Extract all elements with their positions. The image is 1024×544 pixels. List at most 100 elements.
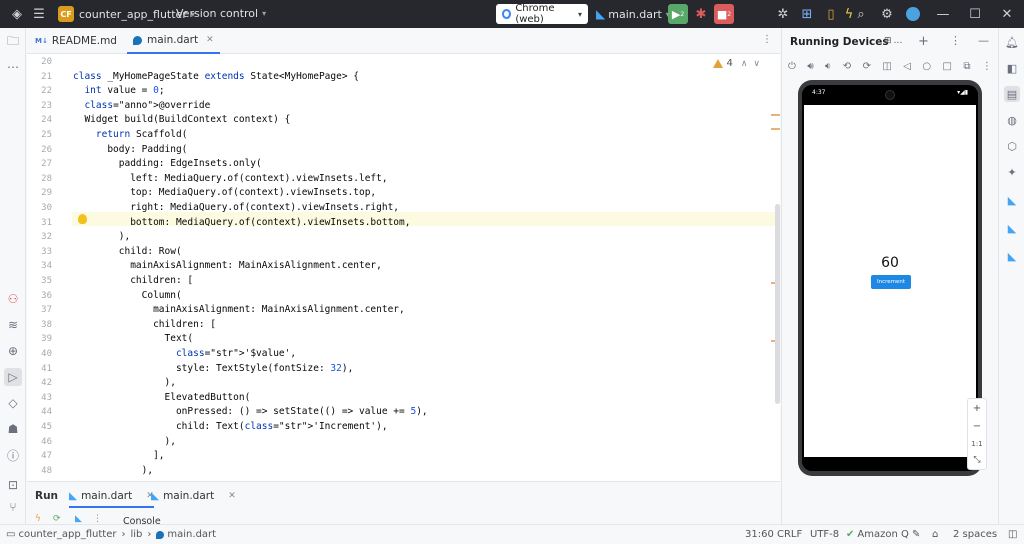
amazon-q-icon[interactable]: ⬡ xyxy=(1004,138,1020,154)
line-number: 38 xyxy=(41,319,52,330)
bug-icon[interactable]: ✲ xyxy=(772,3,794,25)
breadcrumb-file[interactable]: main.dart xyxy=(167,529,216,540)
code-line: style: TextStyle(fontSize: 32), xyxy=(73,362,354,374)
vcs-selector[interactable]: Version control ▾ xyxy=(176,7,266,20)
screenshot-icon[interactable]: ⧉ xyxy=(963,61,970,72)
tab-run-main-dart-1[interactable]: ◣ main.dart ✕ xyxy=(69,490,154,508)
breadcrumb: ▭ counter_app_flutter › lib › main.dart xyxy=(6,529,216,540)
amazon-q-status[interactable]: ✔ Amazon Q xyxy=(846,529,909,540)
gemini-icon[interactable]: ✦ xyxy=(1004,164,1020,180)
minimize-panel-icon[interactable]: — xyxy=(978,34,989,47)
gradle-icon[interactable]: ◧ xyxy=(1004,60,1020,76)
chevron-down-icon: ▾ xyxy=(577,9,582,19)
chevron-up-icon[interactable]: ∧ xyxy=(741,59,748,69)
caret-position[interactable]: 31:60 xyxy=(745,529,774,540)
device-tab[interactable]: ⊞ … xyxy=(884,36,903,46)
memory-icon[interactable]: ◫ xyxy=(1008,529,1017,540)
tab-readme[interactable]: M↓ README.md xyxy=(35,28,117,54)
increment-button[interactable]: Increment xyxy=(871,275,911,289)
more-icon[interactable]: ⋮ xyxy=(950,34,961,47)
zoom-controls: + − 1:1 ⤡ xyxy=(967,398,987,470)
run-tool-icon[interactable]: ▷ xyxy=(4,368,22,386)
run-config-label: main.dart xyxy=(608,7,662,21)
line-number: 36 xyxy=(41,290,52,301)
assistant-icon[interactable]: ◍ xyxy=(1004,112,1020,128)
tab-main-dart[interactable]: main.dart ✕ xyxy=(127,28,220,54)
maximize-icon[interactable]: ☐ xyxy=(964,3,986,25)
line-number: 22 xyxy=(41,86,52,97)
avatar[interactable] xyxy=(902,3,924,25)
back-icon[interactable]: ◁ xyxy=(903,61,911,72)
run-button[interactable]: ▶ 2 xyxy=(668,4,688,24)
stop-button[interactable]: ■ 2 xyxy=(714,4,734,24)
zoom-fit-icon[interactable]: ⤡ xyxy=(973,455,980,465)
rotate-left-icon[interactable]: ⟲ xyxy=(843,61,851,72)
line-gutter: 20 21 22 23 24 25 26 27 28 29 30 31 32 33 34 35 36 37 38 39… xyxy=(27,54,72,481)
volume-up-icon[interactable]: 🔊︎ xyxy=(807,61,813,72)
overview-icon[interactable]: □ xyxy=(942,61,951,72)
lock-icon[interactable]: ⌂ xyxy=(932,529,938,540)
gear-icon[interactable]: ⚙ xyxy=(876,3,898,25)
git-icon[interactable]: ⑂ xyxy=(4,498,22,516)
zoom-actual-label[interactable]: 1:1 xyxy=(971,440,982,448)
android-icon[interactable]: ☗ xyxy=(4,420,22,438)
warning-count: 4 xyxy=(726,58,733,69)
indent-setting[interactable]: 2 spaces xyxy=(953,529,997,540)
status-bar: ▭ counter_app_flutter › lib › main.dart … xyxy=(0,524,1024,544)
add-device-icon[interactable]: + xyxy=(918,34,929,49)
main-menu-icon[interactable]: ☰ xyxy=(28,3,50,25)
gem-icon[interactable]: ◇ xyxy=(4,394,22,412)
debug-icon[interactable]: ✱ xyxy=(690,3,712,25)
rotate-right-icon[interactable]: ⟳ xyxy=(863,61,871,72)
line-separator[interactable]: CRLF xyxy=(777,529,802,540)
flutter-inspector-icon[interactable]: ◣ xyxy=(1004,220,1020,236)
code-editor[interactable]: 20 21 22 23 24 25 26 27 28 29 30 31 32 33 34 35 36 37 38 39… xyxy=(27,54,780,481)
line-number: 23 xyxy=(41,100,52,111)
search-icon[interactable]: ⌕ xyxy=(850,3,872,25)
close-icon[interactable]: ✕ xyxy=(996,3,1018,25)
device-selector[interactable]: Chrome (web) ▾ xyxy=(496,3,588,25)
flutter-performance-icon[interactable]: ◣ xyxy=(1004,248,1020,264)
device-manager-icon[interactable]: ▤ xyxy=(1004,86,1020,102)
more-icon[interactable]: ⋮ xyxy=(93,514,102,524)
problems-icon[interactable]: ⓘ xyxy=(4,446,22,464)
power-icon[interactable]: ⏻ xyxy=(788,61,796,72)
run-config-selector[interactable]: ◣ main.dart ▾ xyxy=(596,7,670,21)
fold-icon[interactable]: ◫ xyxy=(882,61,891,72)
volume-down-icon[interactable]: 🔉︎ xyxy=(825,61,831,72)
code-line: children: [ xyxy=(73,318,216,330)
minimize-icon[interactable]: — xyxy=(932,3,954,25)
breadcrumb-project[interactable]: counter_app_flutter xyxy=(18,529,116,540)
more-icon[interactable]: ⋮ xyxy=(982,61,992,72)
project-icon[interactable]: 🗀 xyxy=(4,33,22,51)
tab-run-main-dart-2[interactable]: ◣ main.dart ✕ xyxy=(151,490,236,502)
tab-label: main.dart xyxy=(163,490,215,502)
flutter-icon[interactable]: ◣ xyxy=(75,514,82,524)
hot-reload-icon[interactable]: ϟ xyxy=(35,514,41,524)
paint-icon[interactable]: ✎ xyxy=(912,529,920,540)
flutter-inspector-icon[interactable]: ⊞ xyxy=(796,3,818,25)
lightbulb-icon[interactable] xyxy=(78,214,87,224)
zoom-out-icon[interactable]: − xyxy=(973,421,981,432)
vertical-scrollbar[interactable] xyxy=(775,204,780,404)
file-encoding[interactable]: UTF-8 xyxy=(810,529,839,540)
close-icon[interactable]: ✕ xyxy=(206,35,214,45)
notifications-icon[interactable]: 🔔︎ xyxy=(1004,34,1020,50)
close-icon[interactable]: ✕ xyxy=(228,491,236,501)
chevron-down-icon[interactable]: ∨ xyxy=(753,59,760,69)
flutter-outline-icon[interactable]: ◣ xyxy=(1004,192,1020,208)
more-icon[interactable]: ⋯ xyxy=(4,58,22,76)
restart-icon[interactable]: ⟳ xyxy=(53,514,61,524)
breadcrumb-lib[interactable]: lib xyxy=(131,529,143,540)
zoom-in-icon[interactable]: + xyxy=(973,403,981,414)
terminal-icon[interactable]: ⊡ xyxy=(4,476,22,494)
tab-overflow-icon[interactable]: ⋮ xyxy=(762,34,772,45)
device-screen[interactable]: 4:37 ▾◢▮ 60 Increment xyxy=(802,85,978,471)
dependencies-icon[interactable]: ⚇ xyxy=(4,290,22,308)
app-quality-icon[interactable]: ⊕ xyxy=(4,342,22,360)
home-icon[interactable]: ○ xyxy=(922,61,931,72)
warnings-indicator[interactable]: 4 ∧ ∨ xyxy=(713,58,760,69)
project-selector[interactable]: CF counter_app_flutter ▾ xyxy=(58,6,195,22)
project-name: counter_app_flutter xyxy=(79,7,187,21)
layers-icon[interactable]: ≋ xyxy=(4,316,22,334)
